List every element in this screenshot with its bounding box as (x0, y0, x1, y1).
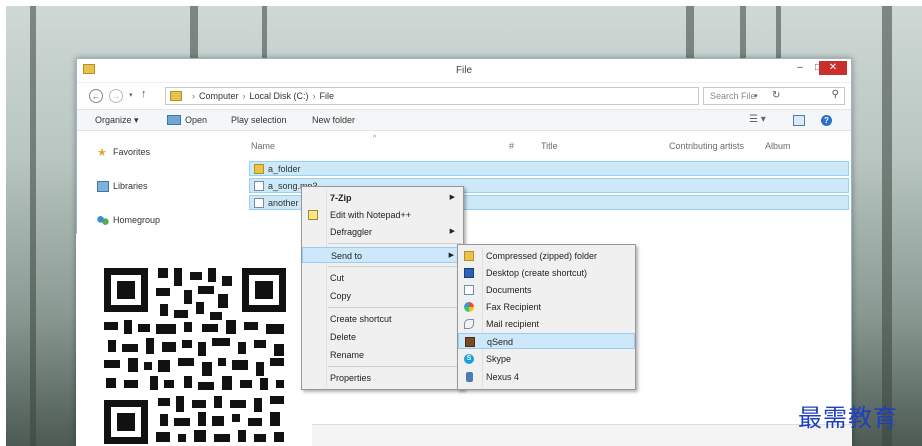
file-name: a_folder (268, 164, 301, 174)
address-bar: ← → ▾ ↑ › Computer › Local Disk (C:) › File ▾… (77, 83, 851, 109)
menu-item-send-to[interactable]: Send to ▶ (302, 247, 463, 263)
address-input[interactable]: › Computer › Local Disk (C:) › File ▾ ↻ (165, 87, 780, 105)
fax-icon (464, 302, 474, 312)
menu-item-fax-recipient[interactable]: Fax Recipient (458, 299, 635, 315)
desktop-icon (464, 268, 474, 278)
audio-file-icon (254, 198, 264, 208)
homegroup-icon (97, 215, 109, 226)
folder-icon (254, 164, 264, 174)
menu-item-rename[interactable]: Rename (302, 347, 463, 363)
breadcrumb-item[interactable]: Computer (199, 91, 239, 101)
image-border-top (0, 0, 922, 6)
file-name: another (268, 198, 299, 208)
preview-pane-icon[interactable] (793, 115, 805, 126)
menu-item-create-shortcut[interactable]: Create shortcut (302, 311, 463, 327)
menu-separator (328, 243, 461, 244)
forward-button[interactable]: → (109, 89, 123, 103)
column-headers: Name ^ # Title Contributing artists Albu… (251, 135, 851, 155)
menu-item-qsend[interactable]: qSend (458, 333, 635, 349)
menu-item-cut[interactable]: Cut (302, 270, 463, 286)
mail-icon (464, 319, 474, 329)
notepad-icon (308, 210, 318, 220)
folder-icon (170, 91, 182, 101)
star-icon: ★ (97, 147, 107, 159)
send-to-submenu: Compressed (zipped) folder Desktop (crea… (457, 244, 636, 390)
watermark-text: 最需教育 (798, 404, 898, 432)
play-selection-button[interactable]: Play selection (231, 115, 287, 125)
tree-trunk (30, 0, 36, 446)
menu-item-skype[interactable]: S Skype (458, 351, 635, 367)
documents-icon (464, 285, 474, 295)
back-button[interactable]: ← (89, 89, 103, 103)
menu-item-defraggler[interactable]: Defraggler ▶ (302, 224, 463, 240)
view-options-icon[interactable]: ☰ ▾ (749, 114, 766, 125)
breadcrumb-item[interactable]: Local Disk (C:) (250, 91, 309, 101)
column-header-album[interactable]: Album (765, 141, 791, 151)
menu-item-nexus-4[interactable]: Nexus 4 (458, 369, 635, 385)
qr-code-panel (76, 234, 312, 446)
column-header-number[interactable]: # (509, 141, 514, 151)
breadcrumb-item[interactable]: File (320, 91, 335, 101)
menu-item-mail-recipient[interactable]: Mail recipient (458, 316, 635, 332)
recent-locations-icon[interactable]: ▾ (129, 91, 133, 99)
organize-button[interactable]: Organize ▾ (95, 115, 139, 126)
new-folder-button[interactable]: New folder (312, 115, 355, 125)
menu-item-documents[interactable]: Documents (458, 282, 635, 298)
menu-item-edit-with-notepad[interactable]: Edit with Notepad++ (302, 207, 463, 223)
phone-icon (466, 372, 473, 382)
close-button[interactable]: ✕ (819, 61, 847, 75)
menu-separator (328, 366, 461, 367)
library-icon (97, 181, 109, 192)
audio-file-icon (254, 181, 264, 191)
window-title: File (455, 65, 473, 76)
submenu-arrow-icon: ▶ (449, 194, 455, 201)
file-row[interactable]: a_folder (249, 161, 849, 176)
menu-item-7zip[interactable]: 7-Zip ▶ (302, 190, 463, 206)
minimize-button[interactable]: ‒ (791, 61, 809, 75)
help-icon[interactable]: ? (821, 115, 832, 126)
qr-code-image (98, 262, 294, 446)
qsend-icon (465, 337, 475, 347)
column-header-title[interactable]: Title (541, 141, 558, 151)
menu-separator (328, 266, 461, 267)
column-header-artists[interactable]: Contributing artists (669, 141, 744, 151)
sort-arrow-icon: ^ (373, 135, 377, 142)
up-arrow-icon[interactable]: ↑ (141, 88, 147, 100)
menu-item-desktop-shortcut[interactable]: Desktop (create shortcut) (458, 265, 635, 281)
zip-folder-icon (464, 251, 474, 261)
context-menu: 7-Zip ▶ Edit with Notepad++ Defraggler ▶… (301, 186, 464, 390)
search-placeholder: Search File (710, 91, 756, 101)
menu-item-properties[interactable]: Properties (302, 370, 463, 386)
image-border-left (0, 0, 6, 446)
search-input[interactable]: Search File ⚲ (703, 87, 845, 105)
menu-item-delete[interactable]: Delete (302, 329, 463, 345)
title-bar[interactable]: File ‒ □ ✕ (77, 59, 851, 83)
open-icon (167, 115, 181, 125)
open-button[interactable]: Open (185, 115, 207, 125)
menu-item-copy[interactable]: Copy (302, 288, 463, 304)
submenu-arrow-icon: ▶ (449, 228, 455, 235)
breadcrumb: › Computer › Local Disk (C:) › File (192, 91, 335, 101)
bottom-scroll-area (312, 424, 852, 446)
menu-item-compressed-folder[interactable]: Compressed (zipped) folder (458, 248, 635, 264)
submenu-arrow-icon: ▶ (448, 252, 454, 259)
menu-separator (328, 307, 461, 308)
command-bar: Organize ▾ Open Play selection New folde… (77, 109, 851, 131)
skype-icon: S (464, 354, 474, 364)
column-header-name[interactable]: Name (251, 141, 275, 151)
tree-trunk (882, 0, 892, 446)
search-icon: ⚲ (831, 89, 839, 100)
